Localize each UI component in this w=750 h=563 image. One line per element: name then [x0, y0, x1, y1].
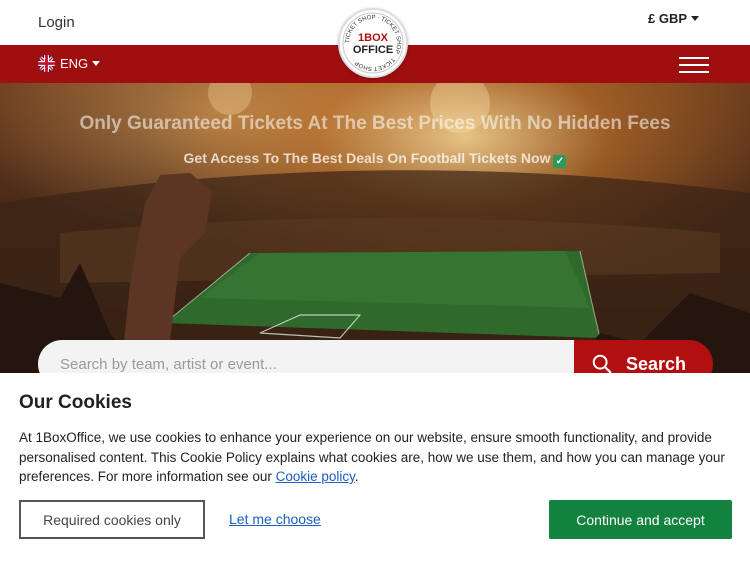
chevron-down-icon — [92, 61, 101, 66]
cookie-policy-link[interactable]: Cookie policy — [276, 469, 355, 484]
accept-cookies-button[interactable]: Continue and accept — [549, 500, 732, 539]
cookie-body-text: At 1BoxOffice, we use cookies to enhance… — [19, 430, 725, 484]
uk-flag-icon — [38, 55, 55, 72]
hero-subtitle-text: Get Access To The Best Deals On Football… — [183, 150, 551, 166]
required-cookies-button[interactable]: Required cookies only — [19, 500, 205, 539]
search-button-label: Search — [626, 353, 687, 374]
hero-title: Only Guaranteed Tickets At The Best Pric… — [79, 113, 671, 134]
menu-icon[interactable] — [679, 57, 709, 73]
logo-line2: OFFICE — [353, 44, 393, 56]
currency-selector[interactable]: £ GBP — [648, 11, 700, 26]
logo-line1: 1BOX — [358, 32, 389, 44]
login-link[interactable]: Login — [38, 14, 75, 31]
search-icon — [592, 354, 612, 374]
check-icon: ✓ — [553, 155, 567, 168]
cookie-title: Our Cookies — [19, 392, 132, 413]
language-selector[interactable]: ENG — [38, 55, 101, 72]
let-me-choose-link[interactable]: Let me choose — [229, 511, 321, 527]
language-label: ENG — [60, 56, 89, 71]
cookie-banner: Our Cookies At 1BoxOffice, we use cookie… — [0, 373, 750, 563]
chevron-down-icon — [691, 16, 700, 21]
hero-banner: Only Guaranteed Tickets At The Best Pric… — [0, 83, 750, 383]
cookie-body-end: . — [354, 469, 359, 484]
hero-subtitle: Get Access To The Best Deals On Football… — [0, 150, 750, 168]
currency-label: £ GBP — [648, 11, 688, 26]
cookie-description: At 1BoxOffice, we use cookies to enhance… — [19, 428, 731, 487]
site-logo[interactable]: TICKET SHOP · TICKET SHOP · TICKET SHOP … — [338, 8, 408, 78]
